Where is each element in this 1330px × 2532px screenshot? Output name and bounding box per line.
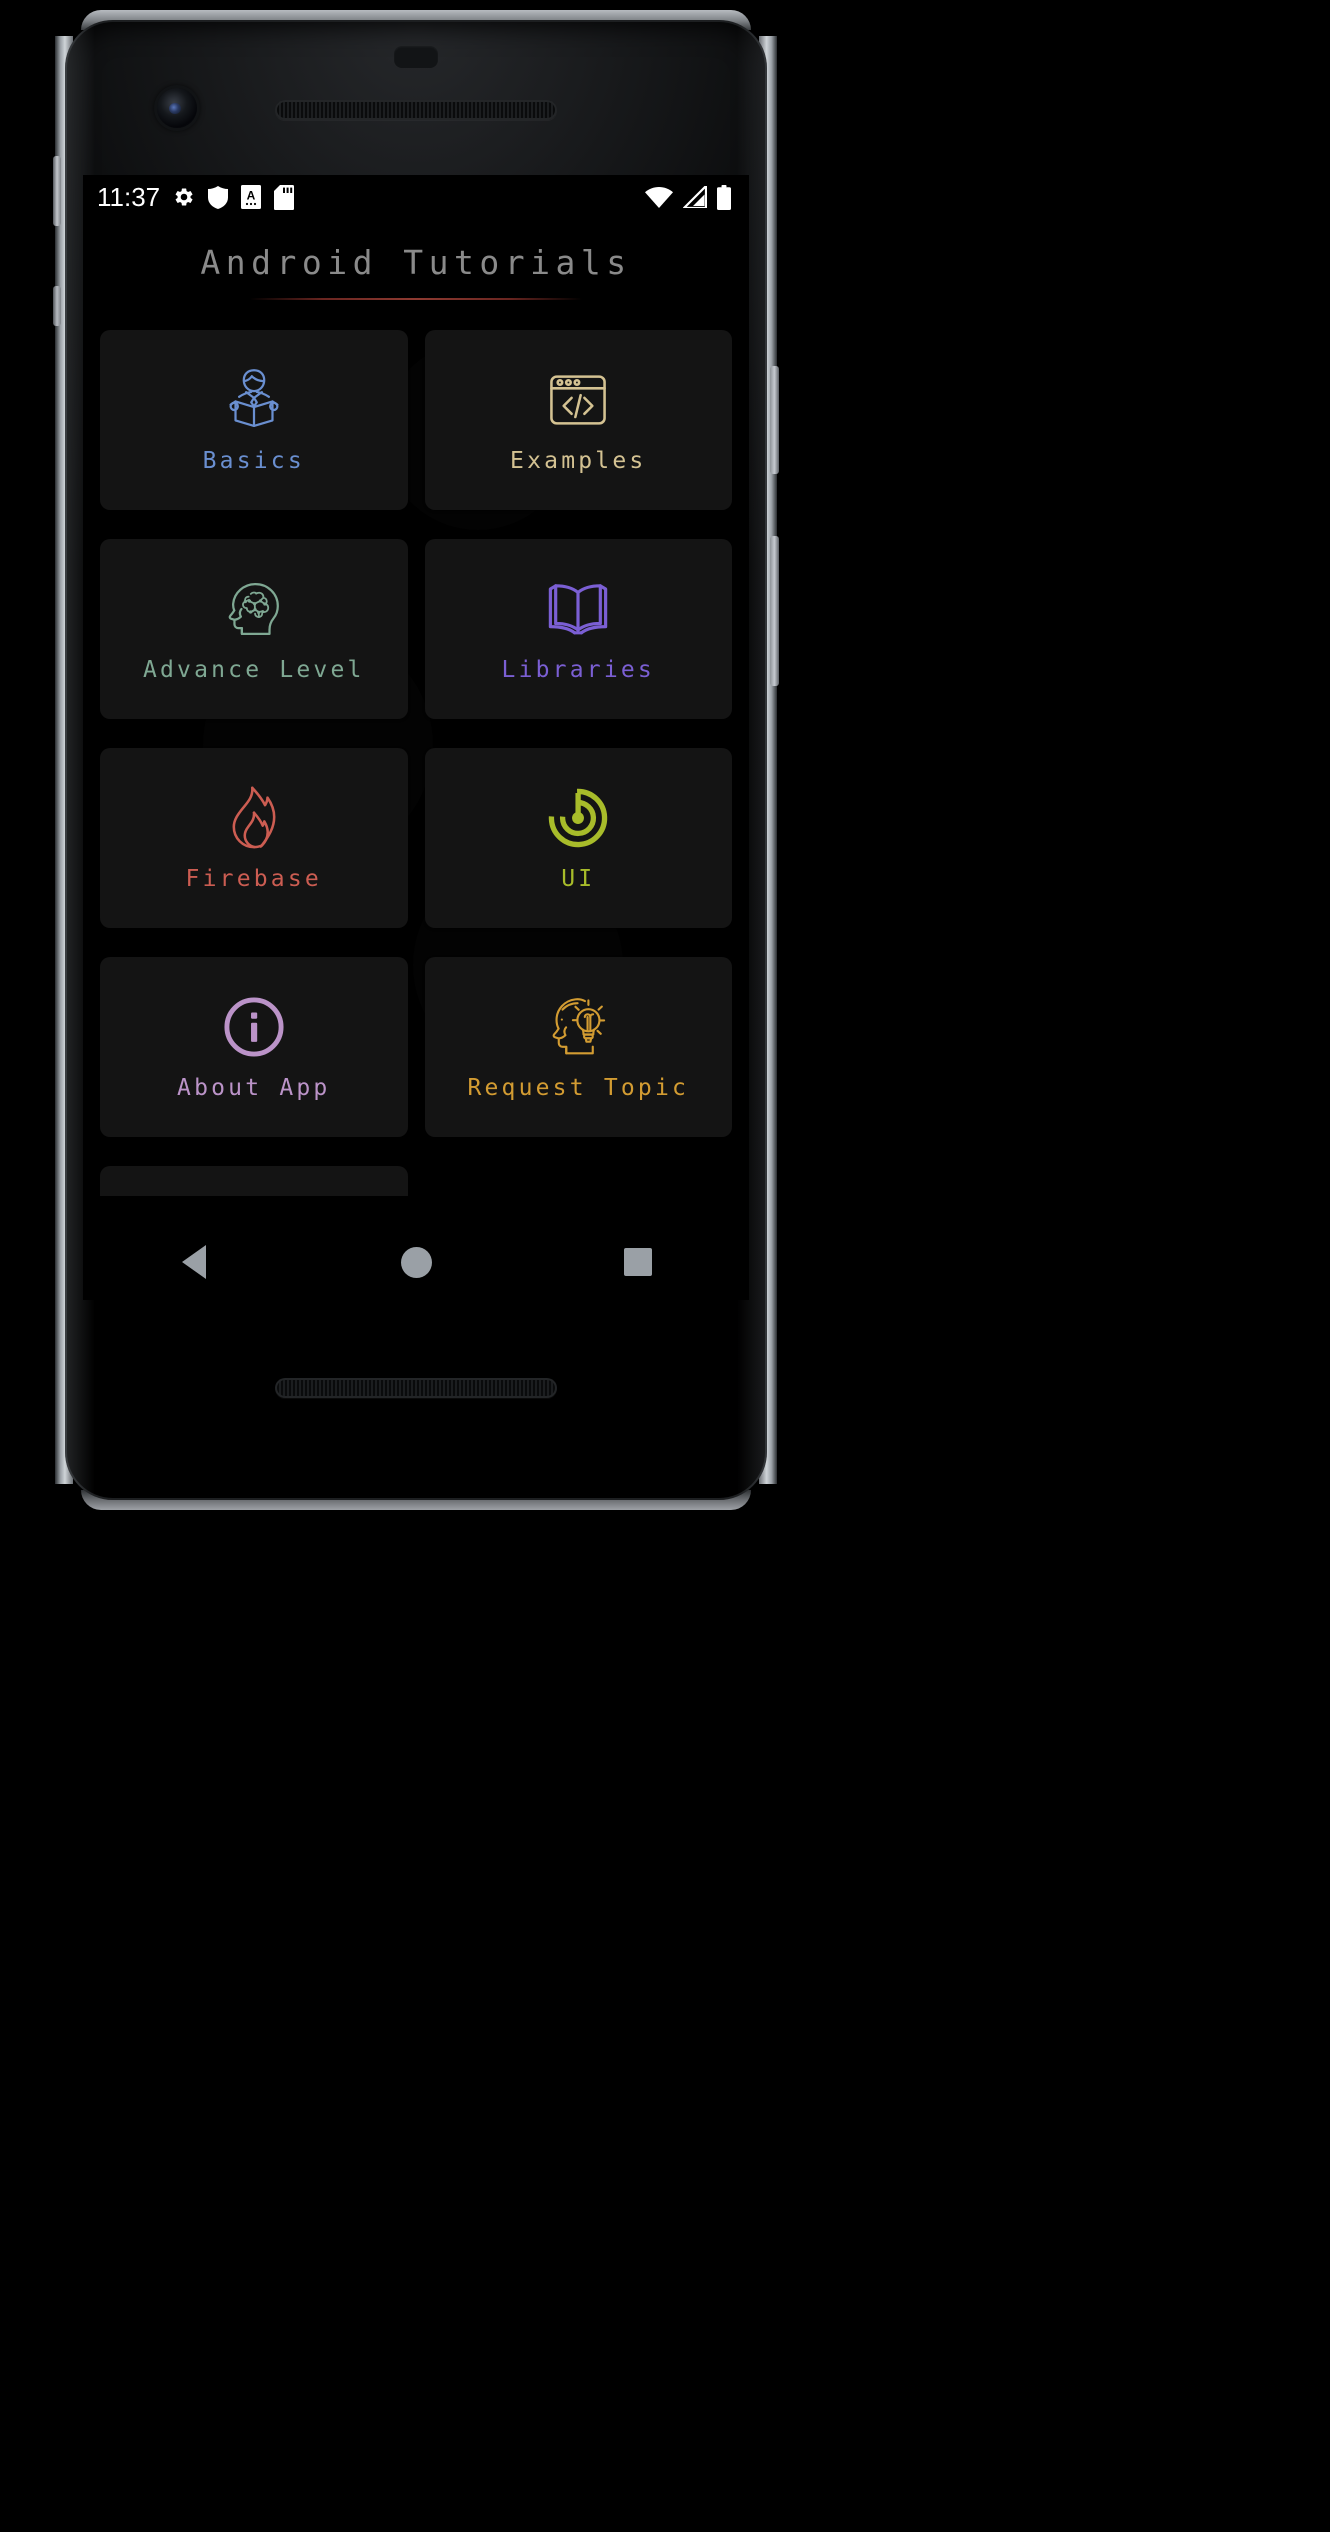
left-antenna-band-top (53, 156, 61, 226)
tutorial-card[interactable]: UI (424, 748, 732, 928)
left-antenna-band-bottom (53, 286, 61, 326)
volume-button[interactable] (770, 536, 779, 686)
tutorial-card-label: Libraries (501, 657, 655, 683)
phone-body: 11:37 A Android Tutorials Basics Example… (65, 20, 767, 1500)
shield-icon (208, 185, 229, 209)
gear-icon (173, 186, 195, 208)
status-bar-left: 11:37 A (97, 182, 645, 213)
brain-head-icon (220, 575, 288, 643)
person-reading-book-icon (220, 366, 288, 434)
front-camera (157, 88, 197, 128)
proximity-sensor (394, 46, 438, 68)
code-window-icon (544, 366, 612, 434)
status-bar-right (645, 184, 731, 210)
open-book-icon (544, 575, 612, 643)
tutorial-card[interactable]: Examples (424, 330, 732, 510)
tutorial-card-label: About App (177, 1075, 331, 1101)
recents-button[interactable] (596, 1238, 680, 1286)
radar-target-icon (544, 784, 612, 852)
tutorial-card[interactable]: Request Topic (424, 957, 732, 1137)
tutorial-grid: Basics Examples Advance Level Libraries … (100, 300, 732, 1196)
status-bar: 11:37 A (83, 175, 749, 219)
status-bar-clock: 11:37 (97, 181, 161, 212)
app-title-area: Android Tutorials (83, 219, 749, 300)
tutorial-card-label: Advance Level (142, 657, 365, 683)
document-a-icon: A (241, 185, 262, 209)
tutorial-card[interactable] (100, 1166, 408, 1196)
tutorial-card[interactable]: Firebase (100, 748, 408, 928)
tutorial-card[interactable]: Libraries (424, 539, 732, 719)
back-triangle-icon (182, 1245, 206, 1279)
cellular-signal-icon (683, 186, 707, 208)
head-lightbulb-icon (544, 993, 612, 1061)
tutorial-grid-scroll[interactable]: Basics Examples Advance Level Libraries … (83, 300, 749, 1196)
sd-card-icon (274, 184, 295, 210)
svg-text:A: A (247, 189, 256, 203)
wifi-icon (645, 186, 673, 208)
recents-square-icon (624, 1248, 652, 1276)
home-button[interactable] (374, 1238, 458, 1286)
phone-screen: 11:37 A Android Tutorials Basics Example… (83, 175, 749, 1300)
power-button[interactable] (770, 366, 779, 474)
home-circle-icon (400, 1246, 432, 1278)
tutorial-card[interactable]: Advance Level (100, 539, 408, 719)
tutorial-card-label: Firebase (185, 866, 322, 892)
battery-icon (717, 184, 731, 210)
back-button[interactable] (152, 1238, 236, 1286)
tutorial-card[interactable]: Basics (100, 330, 408, 510)
device-stage: 11:37 A Android Tutorials Basics Example… (0, 0, 1330, 2532)
android-navigation-bar (83, 1224, 749, 1300)
bottom-speaker-grille (275, 1378, 557, 1398)
tutorial-card-label: Request Topic (467, 1075, 690, 1101)
flame-icon (220, 784, 288, 852)
phone-frame: 11:37 A Android Tutorials Basics Example… (53, 10, 779, 1510)
info-circle-icon (220, 993, 288, 1061)
tutorial-card[interactable]: About App (100, 957, 408, 1137)
tutorial-card-label: Examples (510, 448, 647, 474)
page-title: Android Tutorials (200, 243, 632, 282)
tutorial-card-label: UI (561, 866, 596, 892)
earpiece-speaker-grille (275, 100, 557, 120)
tutorial-card-label: Basics (202, 448, 305, 474)
